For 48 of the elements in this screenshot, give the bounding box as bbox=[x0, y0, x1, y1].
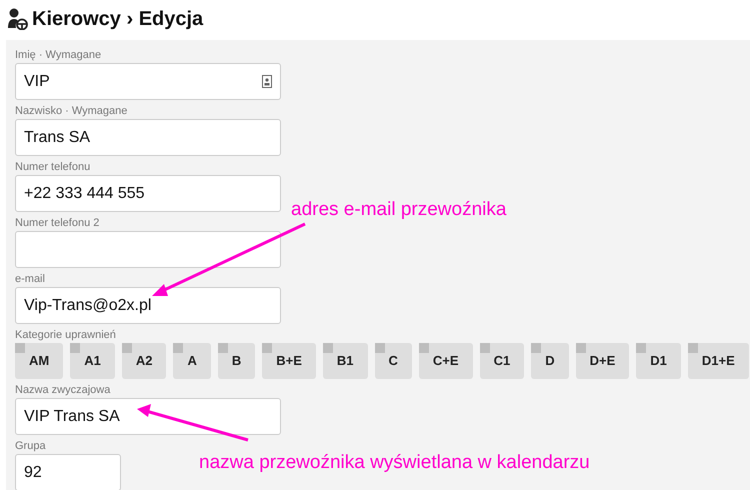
checkbox[interactable] bbox=[15, 343, 25, 353]
checkbox[interactable] bbox=[480, 343, 490, 353]
field-label: e-mail bbox=[15, 272, 46, 286]
field-label: Nazwa zwyczajowa bbox=[15, 383, 112, 397]
annotation-text: nazwa przewoźnika wyświetlana w kalendarzu bbox=[199, 451, 590, 475]
checkbox[interactable] bbox=[374, 343, 385, 353]
category-toggle[interactable]: B bbox=[218, 343, 256, 379]
text-field[interactable]: Trans SA bbox=[15, 119, 281, 156]
checkbox[interactable] bbox=[531, 343, 542, 353]
category-toggle[interactable]: C+E bbox=[418, 343, 473, 379]
category-toggle[interactable]: C bbox=[374, 343, 412, 379]
field-label: Imię · Wymagane bbox=[15, 48, 102, 62]
checkbox[interactable] bbox=[218, 343, 228, 353]
checkbox[interactable] bbox=[322, 343, 333, 353]
category-toggle[interactable]: B+E bbox=[262, 343, 316, 379]
text-field[interactable]: +22 333 444 555 bbox=[15, 175, 281, 212]
category-toggle[interactable]: B1 bbox=[322, 343, 368, 379]
category-toggle[interactable]: D1 bbox=[636, 343, 681, 379]
contact-card-icon[interactable] bbox=[262, 75, 272, 88]
checkbox[interactable] bbox=[122, 343, 132, 353]
text-field[interactable] bbox=[15, 231, 281, 268]
annotation-text: adres e-mail przewoźnika bbox=[291, 198, 506, 222]
category-toggle[interactable]: A bbox=[173, 343, 211, 379]
text-field[interactable]: VIP Trans SA bbox=[15, 398, 281, 435]
checkbox[interactable] bbox=[418, 343, 429, 353]
category-toggle[interactable]: C1 bbox=[480, 343, 524, 379]
category-toggle[interactable]: D1+E bbox=[688, 343, 749, 379]
checkbox[interactable] bbox=[688, 343, 698, 353]
category-toggle[interactable]: AM bbox=[15, 343, 64, 379]
category-toggle[interactable]: A2 bbox=[122, 343, 166, 379]
field-label: Grupa bbox=[15, 439, 47, 453]
checkbox[interactable] bbox=[173, 343, 184, 353]
field-label: Numer telefonu bbox=[15, 160, 92, 174]
text-field[interactable]: Vip-Trans@o2x.pl bbox=[15, 287, 281, 324]
category-toggle[interactable]: D bbox=[531, 343, 569, 379]
driver-steering-wheel-icon bbox=[6, 8, 28, 30]
field-label: Kategorie uprawnień bbox=[15, 328, 117, 342]
checkbox[interactable] bbox=[576, 343, 586, 353]
text-field[interactable]: 92 bbox=[15, 454, 121, 490]
checkbox[interactable] bbox=[262, 343, 272, 353]
checkbox[interactable] bbox=[636, 343, 646, 353]
checkbox[interactable] bbox=[70, 343, 80, 353]
category-toggle[interactable]: A1 bbox=[70, 343, 115, 379]
page-title: Kierowcy › Edycja bbox=[32, 7, 204, 32]
field-label: Nazwisko · Wymagane bbox=[15, 104, 128, 118]
field-label: Numer telefonu 2 bbox=[15, 216, 100, 230]
text-field[interactable]: VIP bbox=[15, 63, 281, 100]
category-toggle[interactable]: D+E bbox=[576, 343, 630, 379]
